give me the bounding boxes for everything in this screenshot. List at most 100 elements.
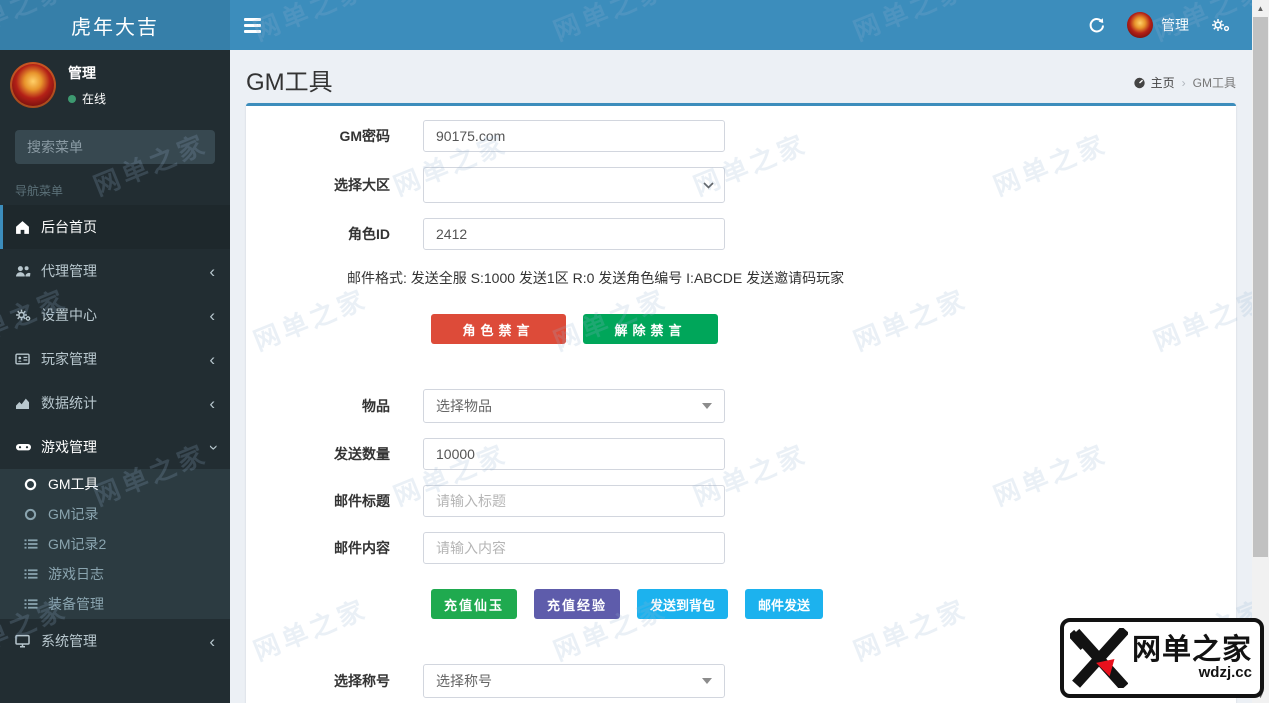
mail-title-input[interactable] [423, 485, 725, 517]
gm-password-input[interactable] [423, 120, 725, 152]
chevron-left-icon: ‹ [209, 261, 215, 281]
user-avatar[interactable] [10, 62, 56, 108]
gm-tool-panel: GM密码 选择大区 角色ID 邮件格式: 发送全服 S:1000 发送1区 R:… [246, 103, 1236, 703]
main-content: GM工具 主页 › GM工具 GM密码 选择大区 [230, 50, 1252, 703]
sidebar-item-game-log[interactable]: 游戏日志 [0, 559, 230, 589]
breadcrumb: 主页 › GM工具 [1133, 74, 1236, 91]
send-backpack-button[interactable]: 发送到背包 [637, 589, 729, 619]
sidebar-item-label: 设置中心 [41, 307, 97, 323]
scrollbar-thumb[interactable] [1253, 17, 1268, 557]
search-input[interactable] [15, 130, 215, 164]
gears-icon [15, 308, 41, 322]
online-status-label: 在线 [82, 92, 107, 106]
chevron-left-icon: ‹ [209, 349, 215, 369]
scrollbar-up-arrow[interactable]: ▲ [1252, 0, 1269, 16]
badge-title: 网单之家 [1132, 634, 1253, 667]
breadcrumb-home-link[interactable]: 主页 [1133, 74, 1175, 91]
zone-select[interactable] [423, 167, 725, 203]
list-icon [24, 568, 48, 580]
sidebar-item-label: 数据统计 [41, 395, 97, 411]
mail-content-input[interactable] [423, 532, 725, 564]
gm-password-label: GM密码 [339, 128, 390, 144]
sidebar-search [15, 130, 215, 164]
dashboard-icon [1133, 76, 1146, 89]
user-status: 在线 [68, 90, 106, 107]
quantity-label: 发送数量 [334, 446, 390, 462]
sidebar-item-home[interactable]: 后台首页 [0, 205, 230, 249]
user-name: 管理 [68, 65, 96, 81]
role-id-label: 角色ID [348, 226, 390, 242]
sidebar-item-game[interactable]: 游戏管理 ‹ [0, 425, 230, 469]
sidebar-menu: 后台首页 代理管理 ‹ 设置中心 ‹ 玩家管理 ‹ 数据统计 ‹ 游戏管理 ‹ … [0, 205, 230, 663]
chevron-down-icon: ‹ [202, 444, 222, 450]
list-icon [24, 598, 48, 610]
desktop-icon [15, 634, 41, 648]
chevron-left-icon: ‹ [209, 393, 215, 413]
sidebar-item-stats[interactable]: 数据统计 ‹ [0, 381, 230, 425]
mute-button[interactable]: 角色禁言 [431, 314, 566, 344]
title-select[interactable]: 选择称号 [423, 664, 725, 698]
sidebar-item-label: 玩家管理 [41, 351, 97, 367]
badge-domain: wdzj.cc [1198, 663, 1252, 681]
hamburger-button[interactable] [230, 0, 274, 50]
wdzj-badge: 网单之家 wdzj.cc [1060, 618, 1264, 698]
item-select[interactable]: 选择物品 [423, 389, 725, 423]
mail-title-label: 邮件标题 [334, 493, 390, 509]
navbar-user-label: 管理 [1161, 17, 1189, 33]
sidebar-item-label: 后台首页 [41, 219, 97, 235]
gamepad-icon [15, 440, 41, 454]
sidebar: 虎年大吉 管理 在线 导航菜单 后台首页 [0, 0, 230, 703]
unmute-button[interactable]: 解除禁言 [583, 314, 718, 344]
refresh-button[interactable] [1088, 17, 1105, 34]
breadcrumb-separator: › [1181, 75, 1186, 90]
sidebar-item-equipment[interactable]: 装备管理 [0, 589, 230, 619]
list-icon [24, 538, 48, 550]
mail-send-button[interactable]: 邮件发送 [745, 589, 824, 619]
wdzj-logo-icon [1070, 628, 1128, 688]
chart-icon [15, 396, 41, 410]
chevron-left-icon: ‹ [209, 305, 215, 325]
top-navbar: 管理 [230, 0, 1252, 50]
mail-content-label: 邮件内容 [334, 540, 390, 556]
sidebar-group-game: 游戏管理 ‹ GM工具 GM记录 GM记录2 游戏日志 装备管理 [0, 425, 230, 619]
gears-icon [1211, 17, 1230, 33]
sidebar-item-players[interactable]: 玩家管理 ‹ [0, 337, 230, 381]
sidebar-item-label: GM记录2 [48, 536, 107, 552]
chevron-down-icon [703, 181, 714, 189]
caret-down-icon [702, 678, 712, 684]
chevron-left-icon: ‹ [209, 631, 215, 651]
page-title: GM工具 [246, 69, 333, 96]
online-status-dot [68, 94, 76, 103]
sidebar-item-gm-tool[interactable]: GM工具 [0, 469, 230, 499]
recharge-jade-button[interactable]: 充值仙玉 [431, 589, 518, 619]
sidebar-item-gm-record[interactable]: GM记录 [0, 499, 230, 529]
sidebar-item-settings[interactable]: 设置中心 ‹ [0, 293, 230, 337]
control-sidebar-button[interactable] [1211, 17, 1230, 33]
quantity-input[interactable] [423, 438, 725, 470]
item-select-label: 物品 [362, 398, 390, 414]
sidebar-item-system[interactable]: 系统管理 ‹ [0, 619, 230, 663]
zone-select-label: 选择大区 [334, 177, 390, 193]
brand-logo[interactable]: 虎年大吉 [0, 0, 230, 50]
recharge-exp-button[interactable]: 充值经验 [534, 589, 621, 619]
refresh-icon [1088, 17, 1105, 34]
sidebar-item-agent[interactable]: 代理管理 ‹ [0, 249, 230, 293]
sidebar-item-label: GM记录 [48, 506, 99, 522]
role-id-input[interactable] [423, 218, 725, 250]
sidebar-item-label: 代理管理 [41, 263, 97, 279]
home-icon [15, 220, 41, 235]
navbar-avatar [1127, 12, 1153, 38]
title-select-label: 选择称号 [334, 673, 390, 689]
sidebar-item-label: 系统管理 [41, 633, 97, 649]
caret-down-icon [702, 403, 712, 409]
mail-format-hint: 邮件格式: 发送全服 S:1000 发送1区 R:0 发送角色编号 I:ABCD… [347, 270, 845, 286]
sidebar-item-gm-record2[interactable]: GM记录2 [0, 529, 230, 559]
user-menu-button[interactable]: 管理 [1127, 12, 1189, 38]
sidebar-item-label: 游戏日志 [48, 566, 104, 582]
circle-icon [24, 478, 48, 491]
nav-header: 导航菜单 [15, 184, 64, 198]
sidebar-item-label: GM工具 [48, 476, 99, 492]
id-card-icon [15, 352, 41, 366]
user-panel: 管理 在线 [0, 50, 230, 120]
game-submenu: GM工具 GM记录 GM记录2 游戏日志 装备管理 [0, 469, 230, 619]
